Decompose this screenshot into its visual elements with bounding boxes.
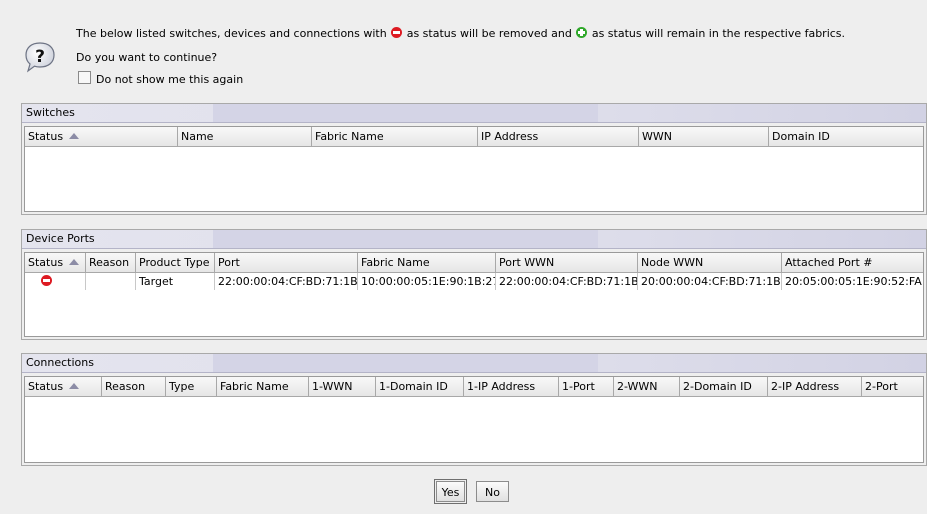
connections-table-header: Status Reason Type Fabric Name 1-WWN 1-D… (25, 377, 923, 397)
col-1-port[interactable]: 1-Port (559, 377, 614, 396)
message-text-1: The below listed switches, devices and c… (76, 27, 391, 40)
col-reason[interactable]: Reason (86, 253, 136, 272)
message-text-2: as status will be removed and (403, 27, 576, 40)
remove-status-icon (41, 275, 52, 286)
device-ports-table[interactable]: Status Reason Product Type Port Fabric N… (24, 252, 924, 337)
switches-table[interactable]: Status Name Fabric Name IP Address WWN D… (24, 126, 924, 212)
question-icon: ? (25, 42, 55, 73)
connections-table[interactable]: Status Reason Type Fabric Name 1-WWN 1-D… (24, 376, 924, 463)
title-bar-shade (213, 354, 598, 372)
device-ports-table-header: Status Reason Product Type Port Fabric N… (25, 253, 923, 273)
switches-panel-header: Switches (22, 104, 926, 123)
col-status-label: Status (28, 380, 64, 393)
switches-panel: Switches Status Name Fabric Name IP Addr… (21, 103, 927, 215)
remove-status-icon (391, 27, 403, 38)
node-wwn-cell: 20:00:00:04:CF:BD:71:1B (638, 273, 782, 290)
dialog-header: ? The below listed switches, devices and… (0, 0, 927, 100)
col-1-domain-id[interactable]: 1-Domain ID (376, 377, 464, 396)
col-2-domain-id[interactable]: 2-Domain ID (680, 377, 768, 396)
product-type-cell: Target (136, 273, 215, 290)
col-1-ip-address[interactable]: 1-IP Address (464, 377, 559, 396)
port-wwn-cell: 22:00:00:04:CF:BD:71:1B (496, 273, 638, 290)
message-text-3: as status will remain in the respective … (588, 27, 846, 40)
reason-cell (86, 273, 136, 290)
switches-table-header: Status Name Fabric Name IP Address WWN D… (25, 127, 923, 147)
sort-ascending-icon (69, 259, 80, 265)
svg-text:?: ? (35, 47, 45, 67)
remain-status-icon (576, 27, 588, 38)
col-fabric-name[interactable]: Fabric Name (358, 253, 496, 272)
col-2-port[interactable]: 2-Port (862, 377, 923, 396)
sort-ascending-icon (69, 133, 80, 139)
col-attached-port[interactable]: Attached Port # (782, 253, 923, 272)
col-domain-id[interactable]: Domain ID (769, 127, 923, 146)
col-fabric-name[interactable]: Fabric Name (217, 377, 309, 396)
status-cell (25, 273, 86, 290)
table-row[interactable]: Target 22:00:00:04:CF:BD:71:1B 10:00:00:… (25, 273, 923, 290)
connections-title: Connections (26, 356, 94, 369)
col-1-wwn[interactable]: 1-WWN (309, 377, 376, 396)
col-ip-address[interactable]: IP Address (478, 127, 639, 146)
col-status[interactable]: Status (25, 377, 102, 396)
col-status[interactable]: Status (25, 127, 178, 146)
title-bar-shade (213, 230, 598, 248)
attached-port-cell: 20:05:00:05:1E:90:52:FA (785, 275, 922, 288)
fabric-name-cell: 10:00:00:05:1E:90:1B:27 (358, 273, 496, 290)
connections-panel: Connections Status Reason Type Fabric Na… (21, 353, 927, 466)
col-type[interactable]: Type (166, 377, 217, 396)
title-bar-shade (213, 104, 598, 122)
col-2-ip-address[interactable]: 2-IP Address (768, 377, 862, 396)
col-port[interactable]: Port (215, 253, 358, 272)
no-button[interactable]: No (476, 481, 509, 502)
connections-panel-header: Connections (22, 354, 926, 373)
do-not-show-checkbox[interactable] (78, 71, 91, 84)
switches-title: Switches (26, 106, 75, 119)
col-fabric-name[interactable]: Fabric Name (312, 127, 478, 146)
col-status-label: Status (28, 256, 64, 269)
confirmation-message: The below listed switches, devices and c… (76, 27, 845, 40)
device-ports-title: Device Ports (26, 232, 95, 245)
sort-ascending-icon (69, 383, 80, 389)
device-ports-panel: Device Ports Status Reason Product Type … (21, 229, 927, 340)
col-reason[interactable]: Reason (102, 377, 166, 396)
yes-button[interactable]: Yes (434, 479, 467, 504)
port-cell: 22:00:00:04:CF:BD:71:1B (215, 273, 358, 290)
col-wwn[interactable]: WWN (639, 127, 769, 146)
col-status-label: Status (28, 130, 64, 143)
col-node-wwn[interactable]: Node WWN (638, 253, 782, 272)
col-product-type[interactable]: Product Type (136, 253, 215, 272)
device-ports-panel-header: Device Ports (22, 230, 926, 249)
col-status[interactable]: Status (25, 253, 86, 272)
continue-question: Do you want to continue? (76, 51, 218, 64)
col-2-wwn[interactable]: 2-WWN (614, 377, 680, 396)
col-port-wwn[interactable]: Port WWN (496, 253, 638, 272)
col-name[interactable]: Name (178, 127, 312, 146)
do-not-show-label[interactable]: Do not show me this again (96, 73, 243, 86)
